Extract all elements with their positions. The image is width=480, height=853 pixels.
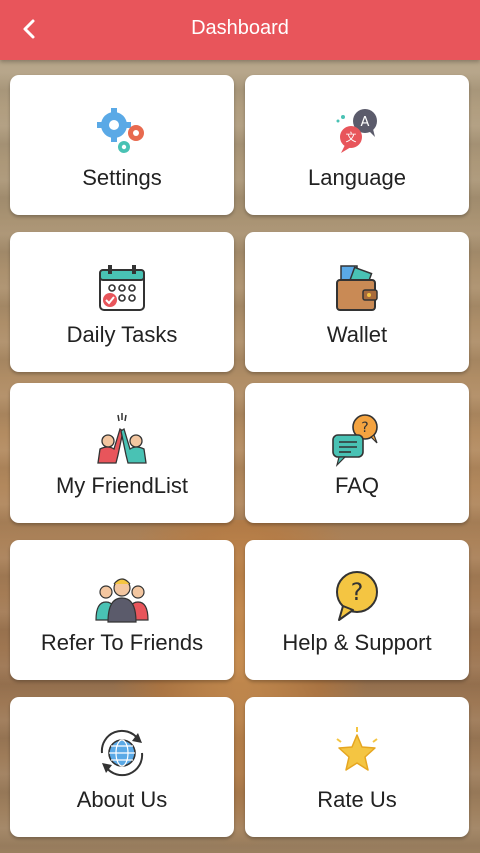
rate-us-label: Rate Us — [317, 787, 397, 812]
help-bubble-icon: ? — [336, 571, 378, 621]
help-support-card[interactable]: ? Help & Support — [245, 540, 469, 680]
globe-sync-icon — [100, 729, 144, 777]
about-us-label: About Us — [76, 787, 168, 812]
daily-tasks-card[interactable]: Daily Tasks — [10, 232, 234, 372]
wallet-label: Wallet — [326, 322, 388, 347]
language-card[interactable]: A 文 Language — [245, 75, 469, 215]
help-support-label: Help & Support — [282, 630, 432, 655]
translate-bubbles-icon: A 文 — [336, 109, 377, 153]
svg-text:文: 文 — [346, 130, 357, 144]
daily-tasks-label: Daily Tasks — [66, 322, 178, 347]
gears-icon — [97, 108, 144, 153]
star-icon — [336, 727, 378, 771]
wallet-icon — [336, 265, 378, 311]
wallet-card[interactable]: Wallet — [245, 232, 469, 372]
language-label: Language — [308, 165, 406, 190]
friendlist-card[interactable]: My FriendList — [10, 383, 234, 523]
group-people-icon — [95, 578, 149, 623]
svg-text:?: ? — [361, 420, 368, 436]
high-five-icon — [97, 413, 147, 464]
svg-text:A: A — [361, 115, 370, 130]
settings-label: Settings — [82, 165, 162, 190]
about-us-card[interactable]: About Us — [10, 697, 234, 837]
calendar-check-icon — [99, 265, 145, 311]
settings-card[interactable]: Settings — [10, 75, 234, 215]
top-app-bar: Dashboard — [0, 0, 480, 60]
rate-us-card[interactable]: Rate Us — [245, 697, 469, 837]
faq-card[interactable]: ? FAQ — [245, 383, 469, 523]
page-title: Dashboard — [191, 17, 289, 39]
friendlist-label: My FriendList — [55, 473, 189, 498]
refer-friends-label: Refer To Friends — [40, 630, 204, 655]
refer-friends-card[interactable]: Refer To Friends — [10, 540, 234, 680]
faq-label: FAQ — [334, 473, 379, 498]
faq-bubbles-icon: ? — [332, 414, 378, 467]
svg-text:?: ? — [351, 578, 364, 606]
